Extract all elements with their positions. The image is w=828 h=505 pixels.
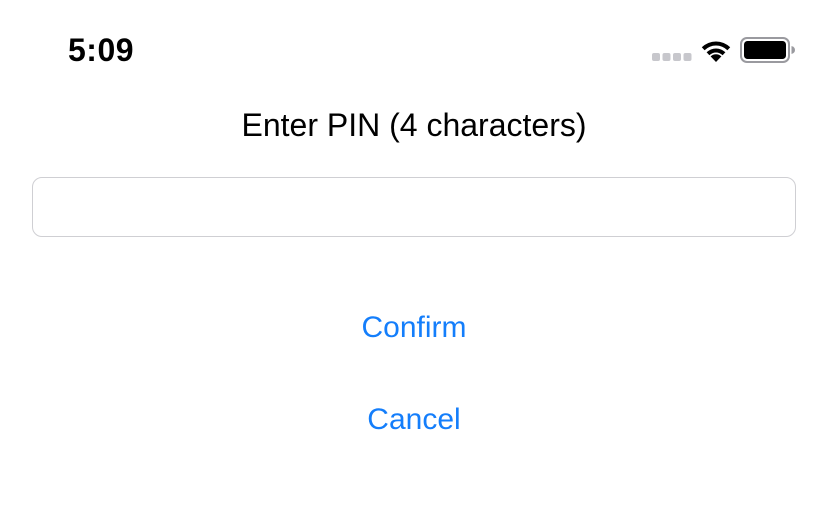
cancel-button[interactable]: Cancel bbox=[0, 390, 828, 450]
pin-input[interactable] bbox=[32, 177, 796, 237]
wifi-icon bbox=[701, 41, 731, 62]
confirm-button[interactable]: Confirm bbox=[0, 298, 828, 358]
status-bar: 5:09 bbox=[0, 0, 828, 100]
pin-prompt-title: Enter PIN (4 characters) bbox=[241, 107, 587, 143]
cellular-signal-icon bbox=[652, 53, 692, 61]
battery-icon bbox=[740, 37, 795, 63]
status-time: 5:09 bbox=[68, 32, 135, 68]
